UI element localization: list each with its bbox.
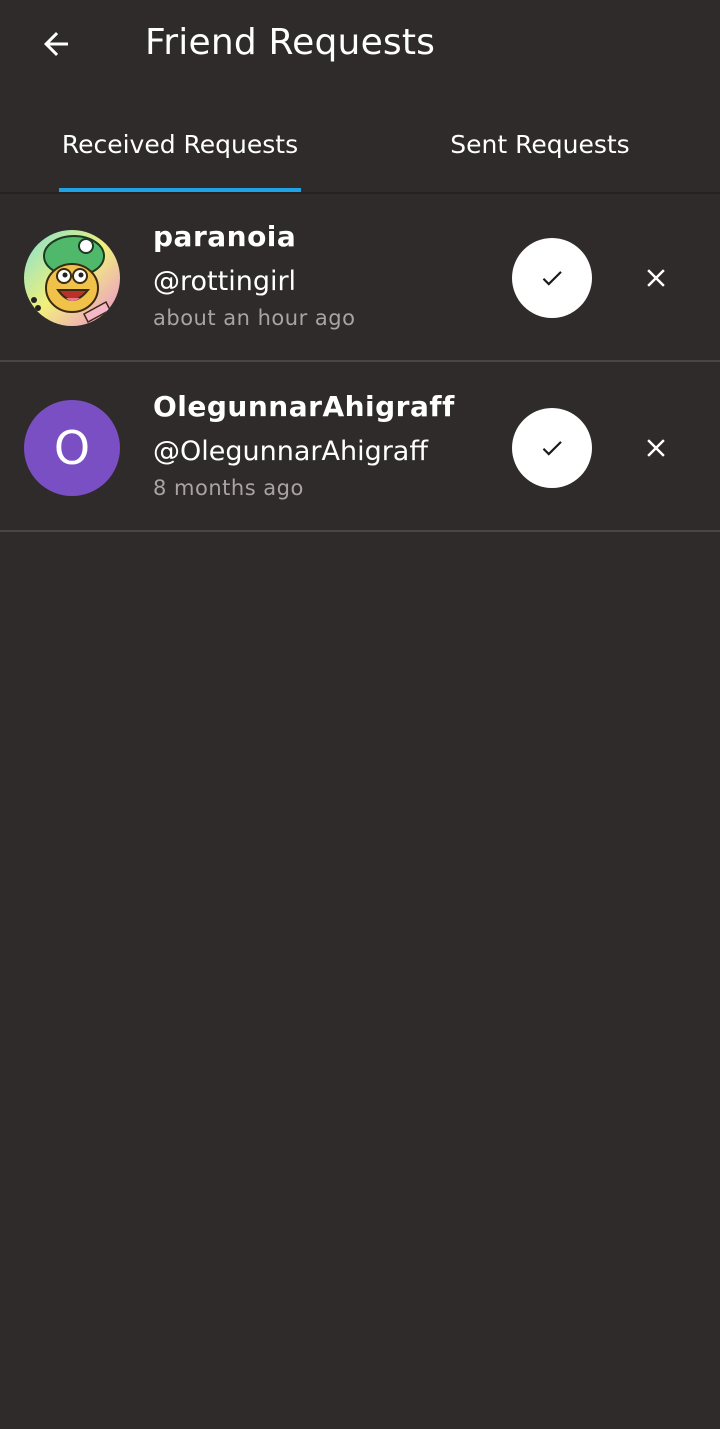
close-icon [647,269,665,287]
display-name: OlegunnarAhigraff [153,390,455,423]
close-icon [647,439,665,457]
tab-received-requests[interactable]: Received Requests [40,96,320,192]
username-handle: @rottingirl [153,266,297,297]
request-time: about an hour ago [153,306,356,330]
row-divider [0,360,720,362]
checkmark-icon [542,441,562,456]
list-item: O OlegunnarAhigraff @OlegunnarAhigraff 8… [0,364,720,532]
username-handle: @OlegunnarAhigraff [153,436,428,467]
cartoon-character-avatar [24,230,120,326]
tab-bar: Received Requests Sent Requests [0,96,720,192]
decline-button[interactable] [626,418,686,478]
display-name: paranoia [153,220,297,253]
request-time: 8 months ago [153,476,304,500]
avatar[interactable] [24,230,120,326]
avatar[interactable]: O [24,400,120,496]
tab-sent-requests[interactable]: Sent Requests [400,96,680,192]
back-button[interactable] [28,16,84,72]
decline-button[interactable] [626,248,686,308]
accept-button[interactable] [512,408,592,488]
app-bar: Friend Requests [0,0,720,88]
row-divider [0,530,720,532]
checkmark-icon [542,271,562,286]
accept-button[interactable] [512,238,592,318]
list-item: paranoia @rottingirl about an hour ago [0,194,720,362]
arrow-left-icon [44,32,68,56]
page-title: Friend Requests [145,22,436,63]
